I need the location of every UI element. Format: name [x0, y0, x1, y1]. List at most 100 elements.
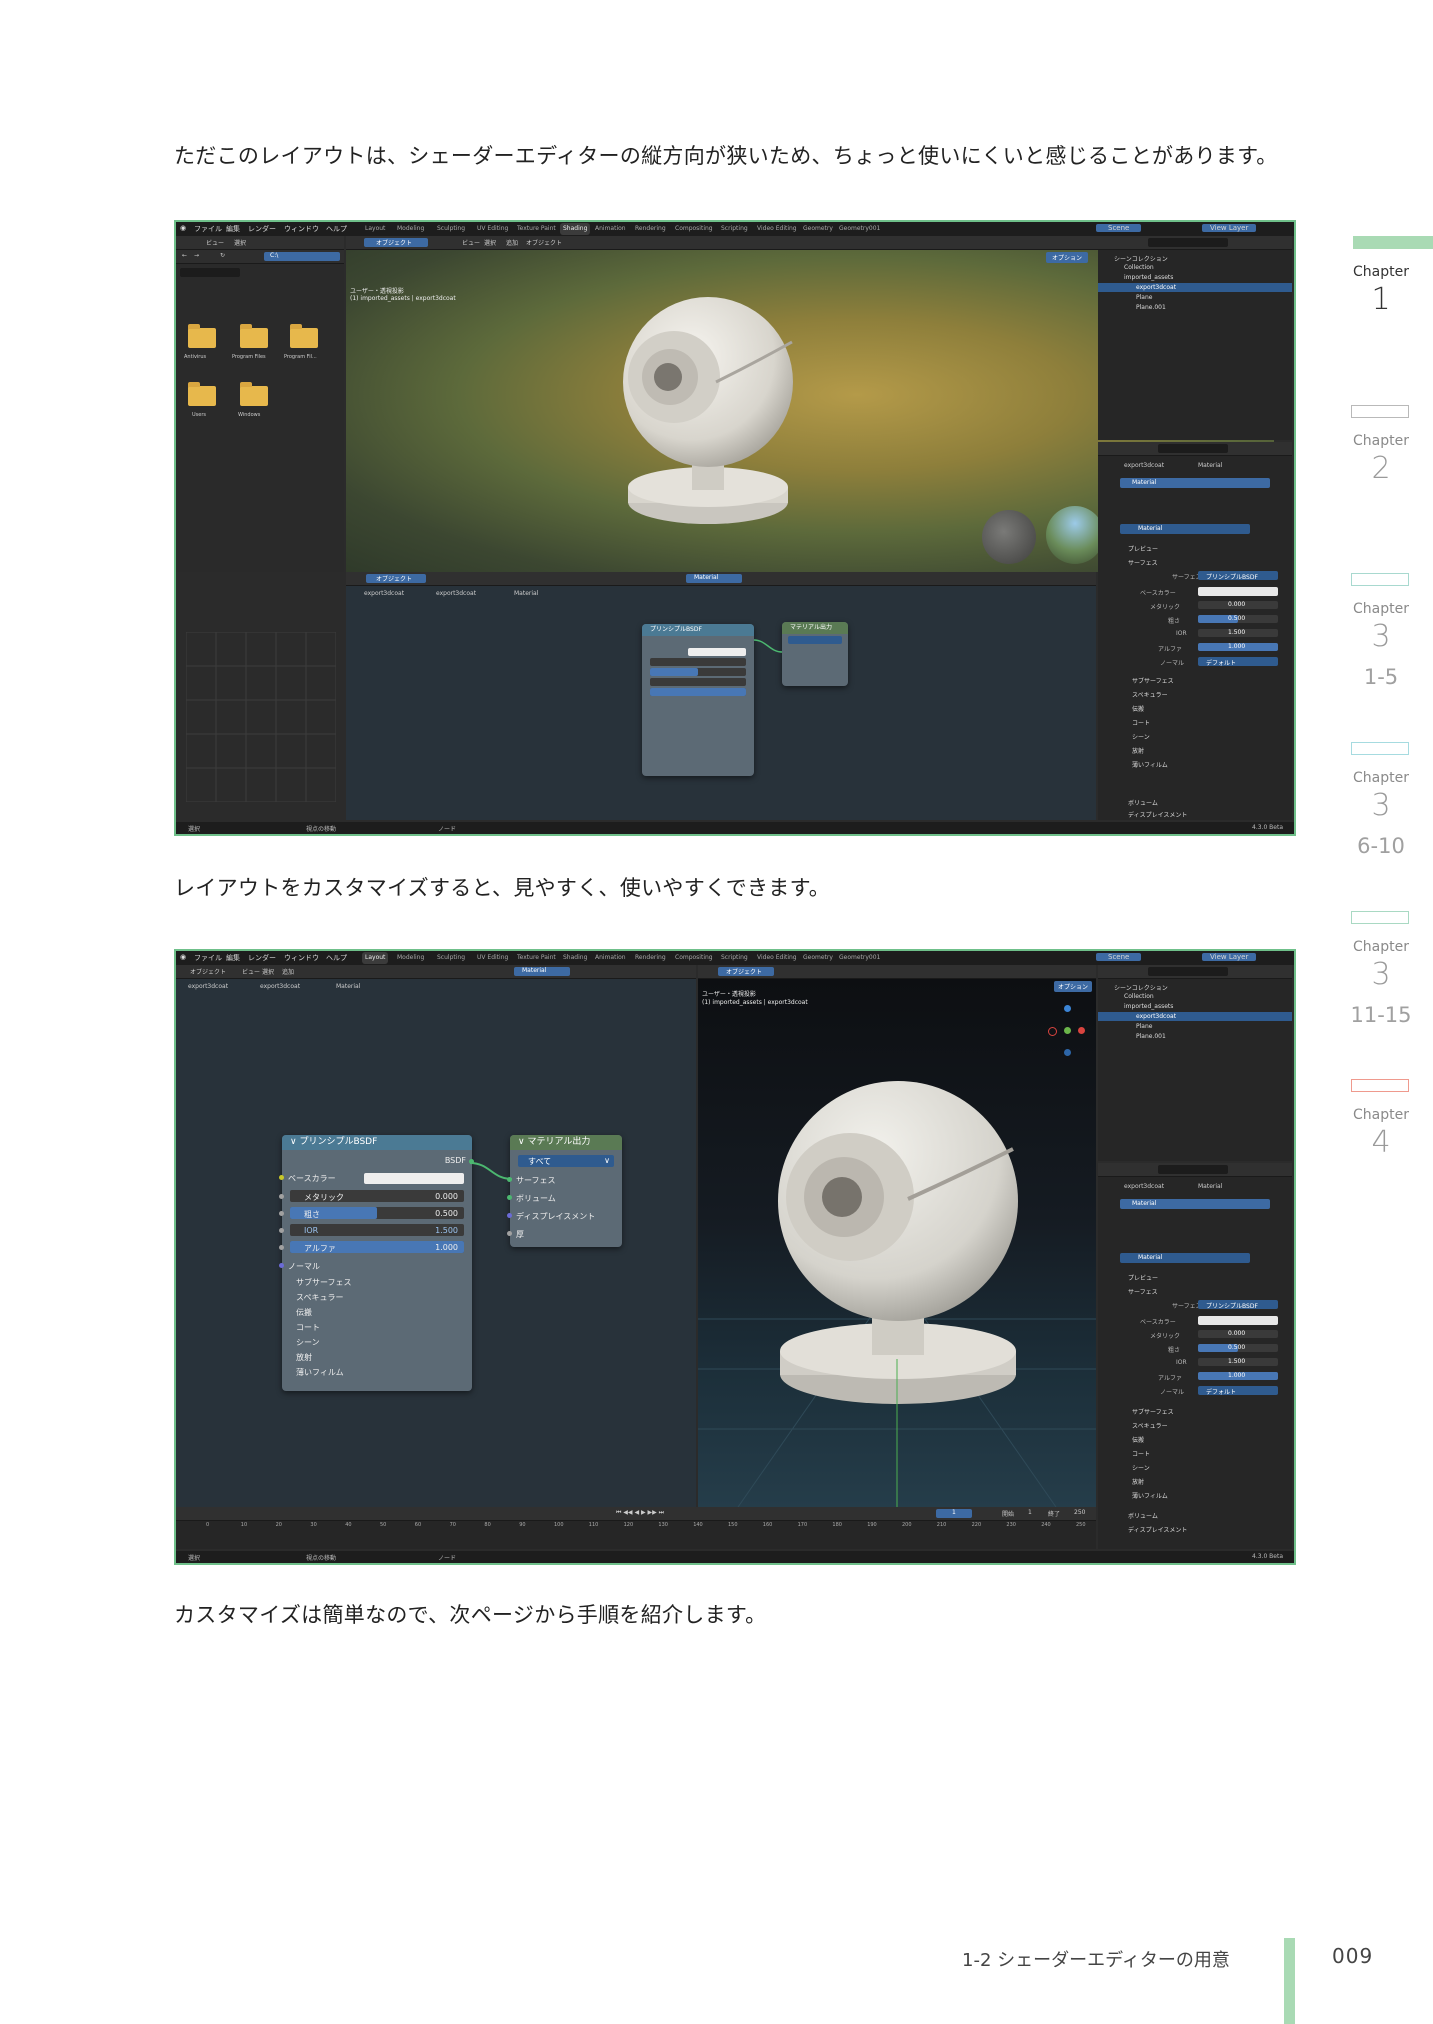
outliner-item[interactable]: Collection [1124, 993, 1154, 1000]
chapter-tab-4[interactable] [1351, 742, 1409, 755]
menu-window[interactable]: ウィンドウ [284, 224, 319, 234]
properties-subsection[interactable]: スペキュラー [1132, 1421, 1168, 1430]
timeline-panel[interactable]: ⏮ ◀◀ ◀ ▶ ▶▶ ⏭ 1 開始 1 終了 250 0 10 20 30 40 50 6… [176, 1507, 1096, 1549]
outliner-item[interactable]: Plane [1136, 294, 1152, 301]
object-menu[interactable]: オブジェクト [526, 238, 562, 247]
workspace-tab[interactable]: Compositing [672, 223, 716, 235]
outliner-item[interactable]: Collection [1124, 264, 1154, 271]
outliner-item[interactable]: imported_assets [1124, 1003, 1173, 1010]
outliner-search-input[interactable] [1148, 238, 1228, 247]
menu-edit[interactable]: 編集 [226, 224, 240, 234]
properties-subsection[interactable]: コート [1132, 1449, 1150, 1458]
workspace-tab[interactable]: Layout [362, 952, 389, 964]
workspace-tab[interactable]: Rendering [632, 223, 669, 235]
bsdf-subsection[interactable]: シーン [296, 1337, 466, 1348]
chapter-tab-2[interactable] [1351, 405, 1409, 418]
base-color-field[interactable] [688, 648, 746, 656]
properties-subsection[interactable]: コート [1132, 718, 1150, 727]
properties-subsection[interactable]: 薄いフィルム [1132, 760, 1168, 769]
metallic-field[interactable] [650, 658, 746, 666]
alpha-socket[interactable] [279, 1245, 284, 1250]
material-preview-object[interactable] [596, 282, 826, 532]
properties-search-input[interactable] [1158, 1165, 1228, 1174]
3d-viewport[interactable]: ユーザー・透視投影 (1) imported_assets | export3d… [698, 979, 1096, 1507]
base-color-socket[interactable] [279, 1175, 284, 1180]
ior-field[interactable] [650, 678, 746, 686]
volume-section[interactable]: ボリューム [1128, 798, 1158, 807]
chapter-tab-6[interactable] [1351, 1079, 1409, 1092]
outliner-scene-collection[interactable]: シーンコレクション [1114, 983, 1168, 992]
end-frame-value[interactable]: 250 [1074, 1509, 1085, 1516]
menu-render[interactable]: レンダー [248, 224, 276, 234]
outliner-item[interactable]: Plane.001 [1136, 304, 1166, 311]
roughness-slider[interactable]: 0.500 [1198, 615, 1278, 623]
properties-subsection[interactable]: スペキュラー [1132, 690, 1168, 699]
base-color-swatch[interactable] [1198, 1316, 1278, 1325]
properties-subsection[interactable]: 伝搬 [1132, 1435, 1144, 1444]
metallic-slider[interactable]: 0.000 [1198, 1330, 1278, 1338]
displacement-section[interactable]: ディスプレイスメント [1128, 810, 1187, 819]
workspace-tab[interactable]: Video Editing [754, 952, 800, 964]
node-object-label[interactable]: オブジェクト [190, 967, 226, 976]
chapter-tab-3[interactable] [1351, 573, 1409, 586]
folder-icon[interactable] [240, 382, 268, 406]
workspace-tab[interactable]: Video Editing [754, 223, 800, 235]
principled-bsdf-node[interactable]: プリンシプルBSDF [642, 624, 754, 776]
preview-section[interactable]: プレビュー [1128, 544, 1158, 553]
menu-file[interactable]: ファイル [194, 224, 222, 234]
menu-edit[interactable]: 編集 [226, 953, 240, 963]
surface-section[interactable]: サーフェス [1128, 558, 1158, 567]
menu-help[interactable]: ヘルプ [326, 953, 347, 963]
metallic-slider[interactable]: 0.000 [1198, 601, 1278, 609]
node-add-menu[interactable]: 追加 [282, 967, 294, 976]
ior-socket[interactable] [279, 1228, 284, 1233]
bsdf-subsection[interactable]: 伝搬 [296, 1307, 466, 1318]
shader-editor-canvas[interactable]: export3dcoat export3dcoat Material プリンシプ… [346, 586, 1096, 820]
properties-subsection[interactable]: 放射 [1132, 746, 1144, 755]
folder-icon[interactable] [188, 324, 216, 348]
workspace-tab[interactable]: Texture Paint [514, 223, 559, 235]
roughness-slider[interactable]: 0.500 [1198, 1344, 1278, 1352]
viewport-options-button[interactable]: オプション [1046, 252, 1089, 263]
view-layer-selector[interactable]: View Layer [1202, 224, 1257, 232]
forward-arrow-icon[interactable]: → [194, 252, 199, 259]
workspace-tab[interactable]: Modeling [394, 223, 427, 235]
preview-section[interactable]: プレビュー [1128, 1273, 1158, 1282]
menu-file[interactable]: ファイル [194, 953, 222, 963]
select-menu[interactable]: 選択 [484, 238, 496, 247]
workspace-tab[interactable]: Scripting [718, 223, 751, 235]
workspace-tab[interactable]: UV Editing [474, 223, 511, 235]
workspace-tab[interactable]: Sculpting [434, 223, 468, 235]
file-view-menu[interactable]: ビュー [206, 238, 224, 247]
workspace-tab[interactable]: Shading [560, 952, 590, 964]
properties-subsection[interactable]: シーン [1132, 1463, 1150, 1472]
workspace-tab[interactable]: Animation [592, 223, 629, 235]
menu-help[interactable]: ヘルプ [326, 224, 347, 234]
blender-logo-icon[interactable]: ◉ [180, 953, 186, 961]
volume-section[interactable]: ボリューム [1128, 1511, 1158, 1520]
properties-subsection[interactable]: 放射 [1132, 1477, 1144, 1486]
base-color-swatch[interactable] [1198, 587, 1278, 596]
bsdf-subsection[interactable]: コート [296, 1322, 466, 1333]
folder-icon[interactable] [290, 324, 318, 348]
workspace-tab[interactable]: Shading [560, 223, 591, 235]
blender-logo-icon[interactable]: ◉ [180, 224, 186, 232]
workspace-tab[interactable]: Animation [592, 952, 629, 964]
displacement-section[interactable]: ディスプレイスメント [1128, 1525, 1187, 1534]
add-menu[interactable]: 追加 [506, 238, 518, 247]
workspace-tab[interactable]: Texture Paint [514, 952, 559, 964]
ior-slider[interactable]: 1.500 [1198, 1358, 1278, 1366]
workspace-tab[interactable]: Geometry [800, 223, 836, 235]
material-output-node[interactable]: マテリアル出力 [782, 622, 848, 686]
ior-slider[interactable]: 1.500 [1198, 629, 1278, 637]
workspace-tab[interactable]: Compositing [672, 952, 716, 964]
workspace-tab[interactable]: Geometry001 [836, 223, 883, 235]
workspace-tab[interactable]: Geometry [800, 952, 836, 964]
properties-subsection[interactable]: サブサーフェス [1132, 1407, 1174, 1416]
folder-icon[interactable] [188, 382, 216, 406]
viewport-options-button[interactable]: オプション [1054, 981, 1093, 992]
bsdf-subsection[interactable]: スペキュラー [296, 1292, 466, 1303]
refresh-icon[interactable]: ↻ [220, 252, 225, 259]
chapter-tab-1[interactable] [1353, 236, 1433, 249]
roughness-socket[interactable] [279, 1211, 284, 1216]
